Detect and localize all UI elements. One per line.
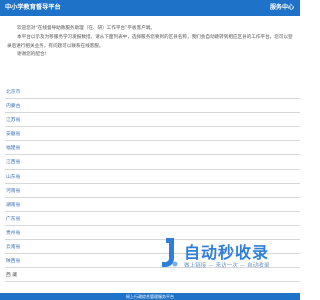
region-row[interactable]: 山东省 xyxy=(5,170,300,184)
region-row[interactable]: 江西省 xyxy=(5,155,300,170)
site-title: 中小学教育督导平台 xyxy=(5,4,61,11)
region-link[interactable]: 山东省 xyxy=(6,173,20,180)
top-header-bar: 中小学教育督导平台 服务中心 xyxy=(0,0,300,16)
region-row[interactable]: 江苏省 xyxy=(5,113,300,128)
region-link[interactable]: 西 藏 xyxy=(6,271,17,278)
region-link[interactable]: 福建省 xyxy=(6,144,20,151)
region-row[interactable]: 安徽省 xyxy=(5,127,300,142)
region-row[interactable]: 内蒙古 xyxy=(5,99,300,114)
region-link[interactable]: 内蒙古 xyxy=(6,102,20,109)
watermark-subtitle: 做上链接 — 来访一次 — 自动收录 xyxy=(184,263,270,269)
region-link[interactable]: 云南省 xyxy=(6,243,20,250)
region-row[interactable]: 北京市 xyxy=(5,85,300,100)
region-link[interactable]: 陕西省 xyxy=(6,257,20,264)
footer-bar: 网上行政综合管理服务平台 xyxy=(0,293,300,300)
region-link[interactable]: 安徽省 xyxy=(6,130,20,137)
watermark-logo-icon xyxy=(162,238,178,267)
region-row[interactable]: 福建省 xyxy=(5,141,300,156)
region-link[interactable]: 北京市 xyxy=(6,88,20,95)
intro-paragraph-2: 本平台以示及为移服务学习发报数措。请从下面列表中，选择服务您要到的区县名称，我们… xyxy=(7,34,293,49)
region-link[interactable]: 广东省 xyxy=(6,215,20,222)
region-link[interactable]: 河南省 xyxy=(6,187,20,194)
region-link[interactable]: 江苏省 xyxy=(6,116,20,123)
thanks-text: 谢谢您的配合！ xyxy=(17,52,50,58)
watermark: 自动秒收录 做上链接 — 来访一次 — 自动收录 xyxy=(160,236,298,272)
service-center-link[interactable]: 服务中心 xyxy=(270,0,294,16)
region-link[interactable]: 贵州省 xyxy=(6,229,20,236)
region-link[interactable]: 湖南省 xyxy=(6,201,20,208)
region-link[interactable]: 江西省 xyxy=(6,158,20,165)
intro-paragraph-1: 欢迎您对“在线督导助教服务助理（在、研）工作平台”平板客户端。 xyxy=(17,26,155,31)
intro-text: 欢迎您对“在线督导助教服务助理（在、研）工作平台”平板客户端。 本平台以示及为移… xyxy=(7,25,295,60)
region-row[interactable]: 河南省 xyxy=(5,184,300,198)
footer-text: 网上行政综合管理服务平台 xyxy=(126,294,174,299)
region-row[interactable]: 广东省 xyxy=(5,212,300,226)
region-row[interactable]: 湖南省 xyxy=(5,198,300,212)
watermark-title: 自动秒收录 xyxy=(184,243,270,262)
